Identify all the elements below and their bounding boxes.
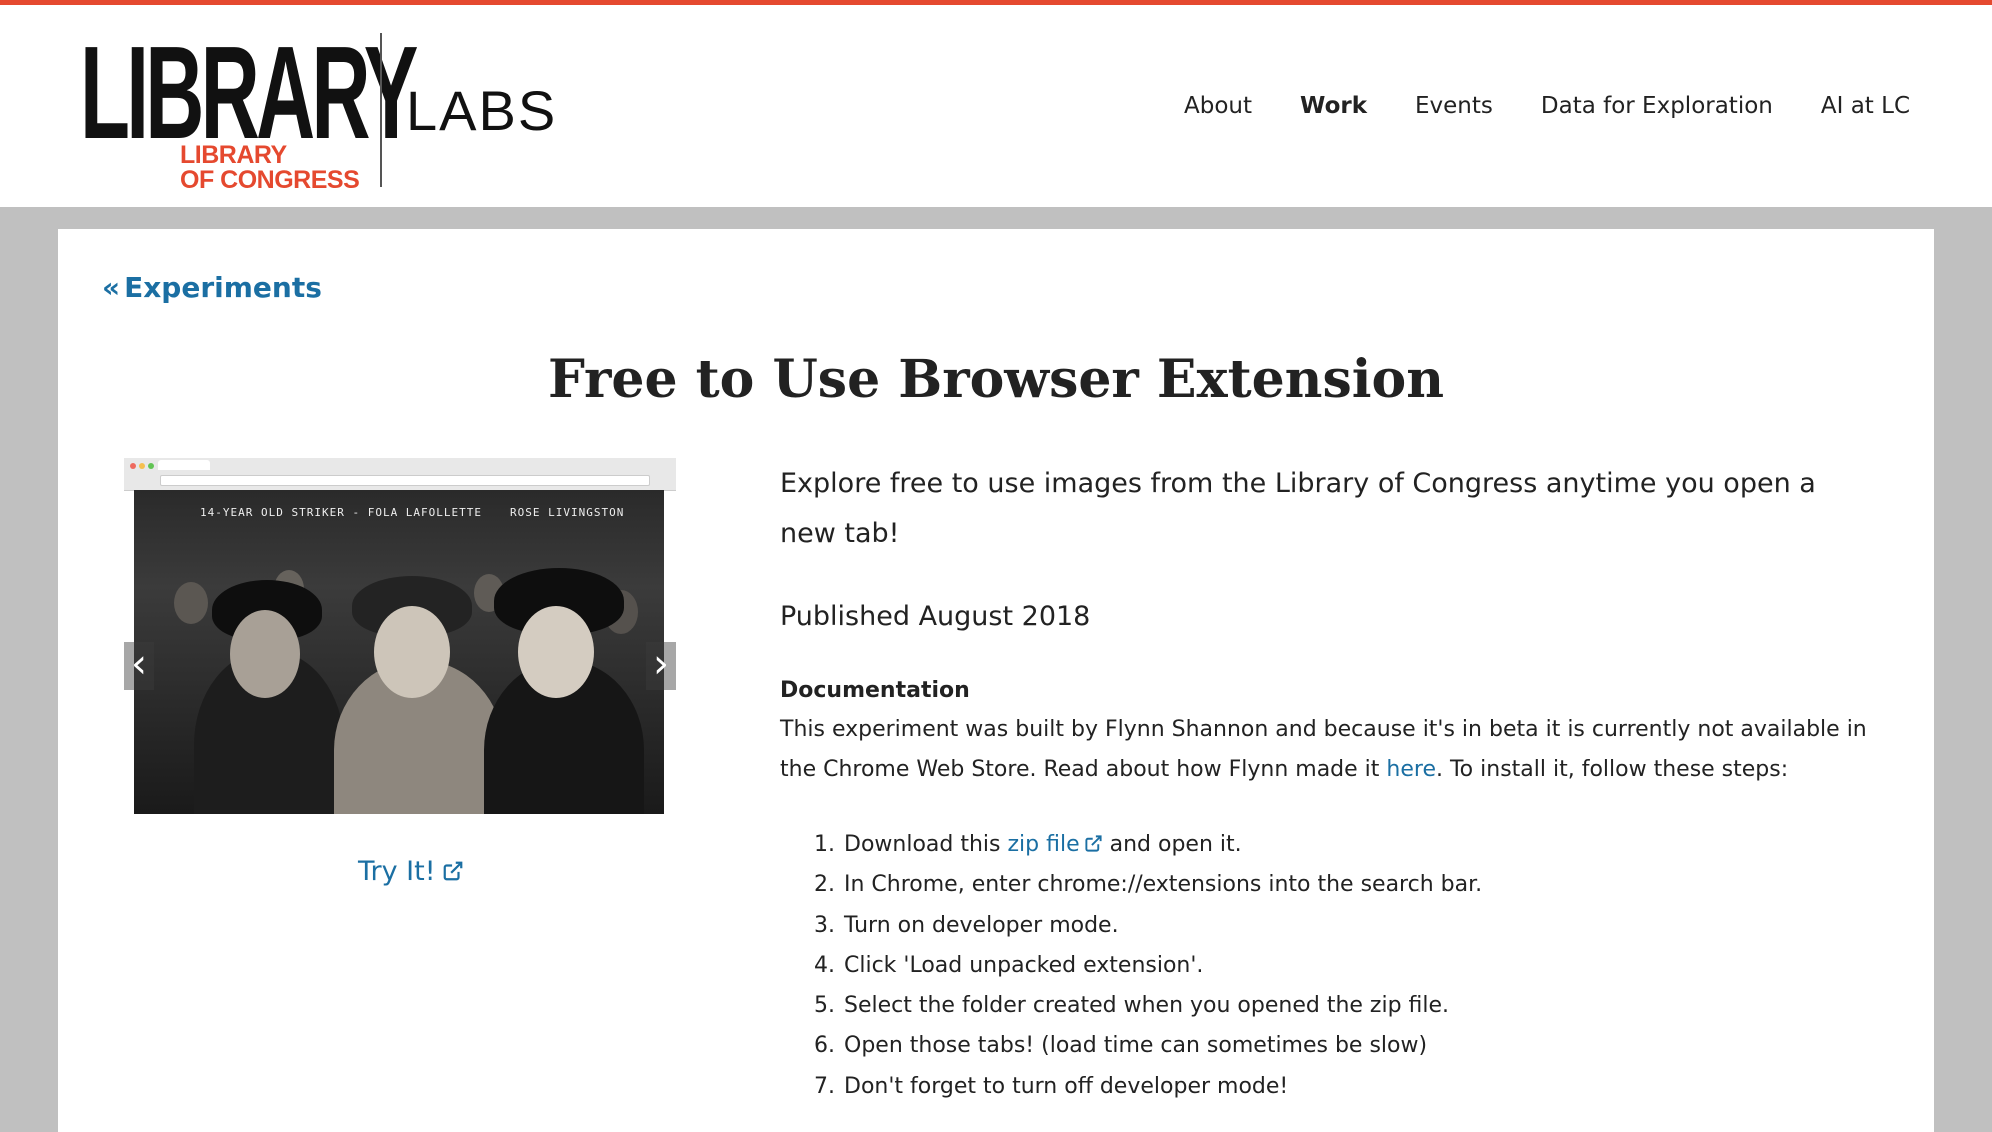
step-text: Turn on developer mode.: [844, 912, 1119, 938]
external-link-icon: [1085, 835, 1102, 852]
window-maximize-dot: [148, 463, 154, 469]
crowd-face: [174, 582, 208, 624]
logo-subtitle: LIBRARY OF CONGRESS: [180, 141, 360, 194]
published-date: Published August 2018: [780, 601, 1091, 632]
main-nav: About Work Events Data for Exploration A…: [1136, 93, 1910, 119]
documentation-text-after: . To install it, follow these steps:: [1436, 757, 1789, 782]
nav-item-events[interactable]: Events: [1415, 93, 1493, 119]
list-item: Click 'Load unpacked extension'.: [842, 946, 1942, 986]
chevron-right-icon[interactable]: ›: [646, 642, 676, 690]
documentation-text: This experiment was built by Flynn Shann…: [780, 710, 1880, 790]
page-title: Free to Use Browser Extension: [547, 349, 1444, 410]
logo-subtitle-line1: LIBRARY: [180, 141, 287, 169]
step-text: Select the folder created when you opene…: [844, 993, 1450, 1019]
nav-item-data-for-exploration[interactable]: Data for Exploration: [1541, 93, 1773, 119]
breadcrumb-label: Experiments: [124, 271, 322, 304]
step-text: Open those tabs! (load time can sometime…: [844, 1033, 1428, 1059]
nav-item-work[interactable]: Work: [1300, 93, 1367, 119]
logo-labs-text: LABS: [406, 79, 558, 142]
photo-caption: 14-YEAR OLD STRIKER - FOLA LAFOLLETTE ROS…: [200, 506, 652, 519]
library-of-congress-labs-logo[interactable]: LIBRARY LIBRARY OF CONGRESS LABS: [80, 19, 555, 193]
zip-file-label: zip file: [1007, 832, 1080, 857]
photo-caption-left: 14-YEAR OLD STRIKER - FOLA LAFOLLETTE: [200, 506, 483, 519]
list-item: Open those tabs! (load time can sometime…: [842, 1026, 1942, 1066]
logo-subtitle-line2: OF CONGRESS: [180, 166, 360, 194]
window-minimize-dot: [139, 463, 145, 469]
chevron-left-icon[interactable]: ‹: [124, 642, 154, 690]
figure-center-face: [374, 606, 450, 698]
browser-frame-mockup: [124, 458, 676, 491]
nav-item-ai-at-lc[interactable]: AI at LC: [1821, 93, 1910, 119]
step-text-after: and open it.: [1102, 832, 1242, 857]
logo-wordmark: LIBRARY: [80, 19, 418, 166]
breadcrumb-experiments-link[interactable]: «Experiments: [102, 271, 322, 304]
install-steps-list: Download this zip file and open it. In C…: [780, 825, 1942, 1107]
logo-divider: [380, 33, 382, 187]
here-link[interactable]: here: [1386, 757, 1436, 782]
site-header: LIBRARY LIBRARY OF CONGRESS LABS About W…: [0, 5, 1992, 207]
intro-text: Explore free to use images from the Libr…: [780, 468, 1816, 549]
list-item: Don't forget to turn off developer mode!: [842, 1067, 1942, 1107]
zip-file-link[interactable]: zip file: [1008, 832, 1103, 857]
step-text: Don't forget to turn off developer mode!: [844, 1073, 1289, 1099]
step-text: In Chrome, enter chrome://extensions int…: [844, 872, 1483, 898]
photo-caption-right: ROSE LIVINGSTON: [510, 506, 625, 519]
list-item: In Chrome, enter chrome://extensions int…: [842, 865, 1942, 905]
double-chevron-left-icon: «: [102, 271, 121, 304]
list-item: Turn on developer mode.: [842, 906, 1942, 946]
nav-item-about[interactable]: About: [1184, 93, 1252, 119]
browser-tab: [158, 460, 210, 470]
step-text: Click 'Load unpacked extension'.: [844, 952, 1204, 978]
figure-left-face: [230, 610, 300, 698]
external-link-icon: [443, 861, 462, 881]
documentation-heading: Documentation: [780, 678, 970, 703]
carousel-photo: 14-YEAR OLD STRIKER - FOLA LAFOLLETTE ROS…: [134, 490, 664, 814]
try-it-link[interactable]: Try It!: [358, 856, 464, 887]
browser-address-bar: [160, 475, 650, 486]
step-text: Download this: [844, 832, 1008, 857]
image-carousel: 14-YEAR OLD STRIKER - FOLA LAFOLLETTE ROS…: [124, 458, 676, 814]
main-content: «Experiments Free to Use Browser Extensi…: [58, 229, 1934, 1132]
list-item: Select the folder created when you opene…: [842, 986, 1942, 1026]
list-item: Download this zip file and open it.: [842, 825, 1942, 865]
window-close-dot: [130, 463, 136, 469]
try-it-label: Try It!: [358, 856, 436, 887]
figure-right-face: [518, 606, 594, 698]
